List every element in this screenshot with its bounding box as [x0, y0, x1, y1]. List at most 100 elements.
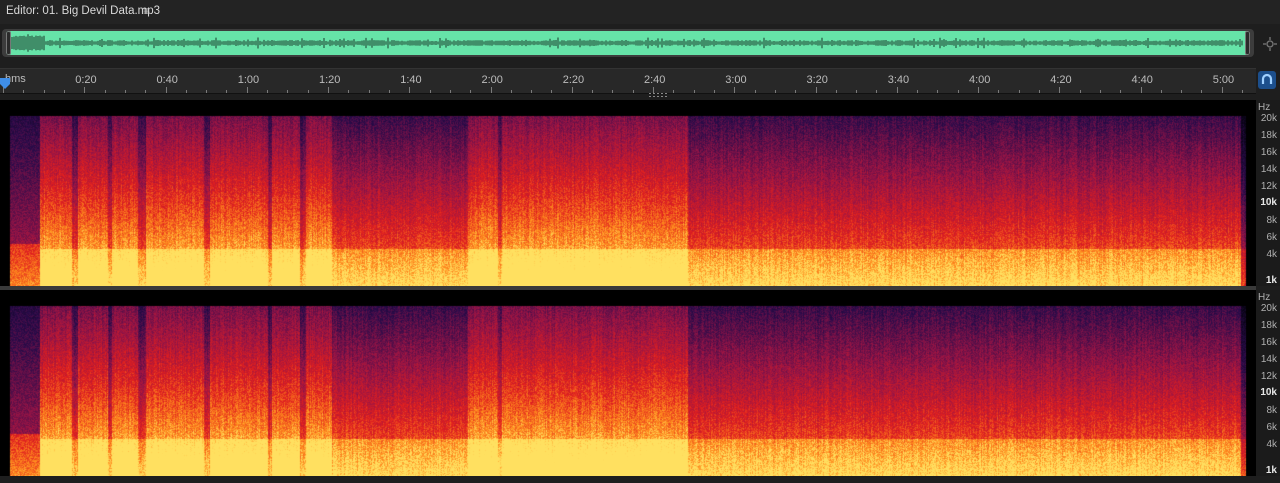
ruler-tick — [246, 87, 248, 93]
frequency-label: 8k — [1266, 215, 1277, 226]
ruler-tick — [124, 90, 126, 93]
ruler-tick — [328, 87, 329, 93]
waveform-overview[interactable] — [2, 29, 1254, 57]
ruler-tick — [592, 90, 594, 93]
frequency-label: 1k — [1265, 275, 1277, 286]
ruler-tick — [815, 87, 817, 93]
ruler-label: 4:20 — [1050, 74, 1072, 86]
ruler-label: 5:00 — [1212, 74, 1235, 86]
ruler-tick — [510, 90, 512, 93]
ruler-tick — [673, 90, 675, 93]
playhead-marker[interactable] — [0, 78, 10, 92]
ruler-tick — [409, 87, 411, 93]
ruler-tick — [490, 87, 492, 93]
ruler-tick — [937, 90, 939, 93]
frequency-label: 20k — [1260, 303, 1277, 314]
ruler-tick — [754, 90, 756, 93]
ruler-tick — [348, 90, 350, 93]
overview-track[interactable] — [6, 31, 1250, 55]
hamburger-menu-icon[interactable]: ≡ — [143, 4, 155, 18]
frequency-label: 16k — [1260, 337, 1277, 348]
ruler-label: 2:40 — [644, 74, 666, 86]
ruler-tick — [145, 90, 147, 93]
ruler-tick — [1140, 87, 1142, 93]
frequency-label: 1k — [1265, 465, 1277, 476]
ruler-tick — [165, 87, 167, 93]
ruler-tick — [896, 87, 898, 93]
ruler-label: 0:40 — [156, 74, 178, 86]
ruler-tick — [1038, 90, 1040, 93]
ruler-tick — [1242, 90, 1244, 93]
spectrogram-canvas-left — [0, 100, 1256, 286]
frequency-label: 16k — [1260, 147, 1277, 158]
frequency-label: 14k — [1260, 164, 1277, 175]
ruler-tick — [470, 90, 472, 93]
frequency-label: 8k — [1266, 405, 1277, 416]
ruler-tick — [1160, 90, 1162, 93]
ruler-tick — [84, 87, 86, 93]
magnet-icon — [1261, 73, 1273, 84]
ruler-tick — [612, 90, 614, 93]
spectrogram-channel-right[interactable] — [0, 290, 1256, 476]
ruler-tick — [287, 90, 289, 93]
editor-title[interactable]: Editor: 01. Big Devil Data.mp3 — [6, 5, 160, 17]
ruler-label: 0:20 — [75, 74, 97, 86]
frequency-unit-label: Hz — [1258, 102, 1271, 113]
ruler-tick — [632, 90, 634, 93]
ruler-tick — [429, 90, 431, 93]
ruler-label: 2:20 — [562, 74, 585, 86]
ruler-tick — [957, 90, 959, 93]
editor-tab-bar: Editor: 01. Big Devil Data.mp3 ≡ — [0, 0, 1280, 24]
ruler-tick — [1120, 90, 1122, 93]
frequency-label: 12k — [1260, 371, 1277, 382]
frequency-scale-right[interactable]: Hz 20k 18k 16k 14k 12k 10k 8k 6k 4k 1k — [1256, 290, 1280, 476]
ruler-tick — [307, 90, 309, 93]
ruler-label: 4:00 — [969, 74, 991, 86]
ruler-tick — [1099, 90, 1101, 93]
frequency-label: 10k — [1260, 387, 1277, 398]
ruler-tick — [185, 90, 187, 93]
ruler-tick — [571, 87, 573, 93]
ruler-tick — [551, 90, 553, 93]
ruler-label: 1:00 — [237, 74, 260, 86]
frequency-label: 12k — [1260, 181, 1277, 192]
overview-right-handle[interactable] — [1245, 31, 1250, 55]
frequency-label: 18k — [1260, 130, 1277, 141]
ruler-tick — [23, 90, 25, 93]
frequency-label: 14k — [1260, 354, 1277, 365]
ruler-tick — [1201, 90, 1203, 93]
ruler-tick — [856, 90, 858, 93]
ruler-label: 4:40 — [1131, 74, 1153, 86]
frequency-scale-left[interactable]: Hz 20k 18k 16k 14k 12k 10k 8k 6k 4k 1k — [1256, 100, 1280, 286]
ruler-tick — [63, 90, 65, 93]
zoom-navigator-icon[interactable] — [1262, 36, 1278, 52]
frequency-label: 20k — [1260, 113, 1277, 124]
ruler-tick — [1181, 90, 1183, 93]
ruler-label: 3:40 — [887, 74, 910, 86]
overview-waveform — [11, 34, 1243, 52]
ruler-label: 3:00 — [725, 74, 747, 86]
frequency-unit-label: Hz — [1258, 292, 1271, 303]
ruler-tick — [104, 90, 106, 93]
ruler-tick — [978, 87, 979, 93]
ruler-label: 2:00 — [481, 74, 503, 86]
ruler-label: 1:40 — [400, 74, 422, 86]
ruler-tick — [368, 90, 370, 93]
ruler-tick — [1018, 90, 1020, 93]
ruler-label: 3:20 — [806, 74, 828, 86]
ruler-label: 1:20 — [319, 74, 341, 86]
panel-resize-grip[interactable] — [648, 93, 670, 98]
ruler-tick — [734, 87, 736, 93]
ruler-tick — [835, 90, 837, 93]
ruler-tick — [693, 90, 695, 93]
ruler-tick — [226, 90, 228, 93]
frequency-label: 6k — [1266, 422, 1277, 433]
spectrogram-channel-left[interactable] — [0, 100, 1256, 286]
frequency-label: 4k — [1266, 439, 1277, 450]
snap-toggle-button[interactable] — [1258, 71, 1276, 89]
frequency-label: 18k — [1260, 320, 1277, 331]
ruler-tick — [917, 90, 919, 93]
time-ruler[interactable]: hms 0:20 0:40 1:00 1:20 1:40 2:00 2:20 2:40 3:00… — [0, 68, 1256, 94]
frequency-label: 4k — [1266, 249, 1277, 260]
overview-left-handle[interactable] — [6, 31, 11, 55]
